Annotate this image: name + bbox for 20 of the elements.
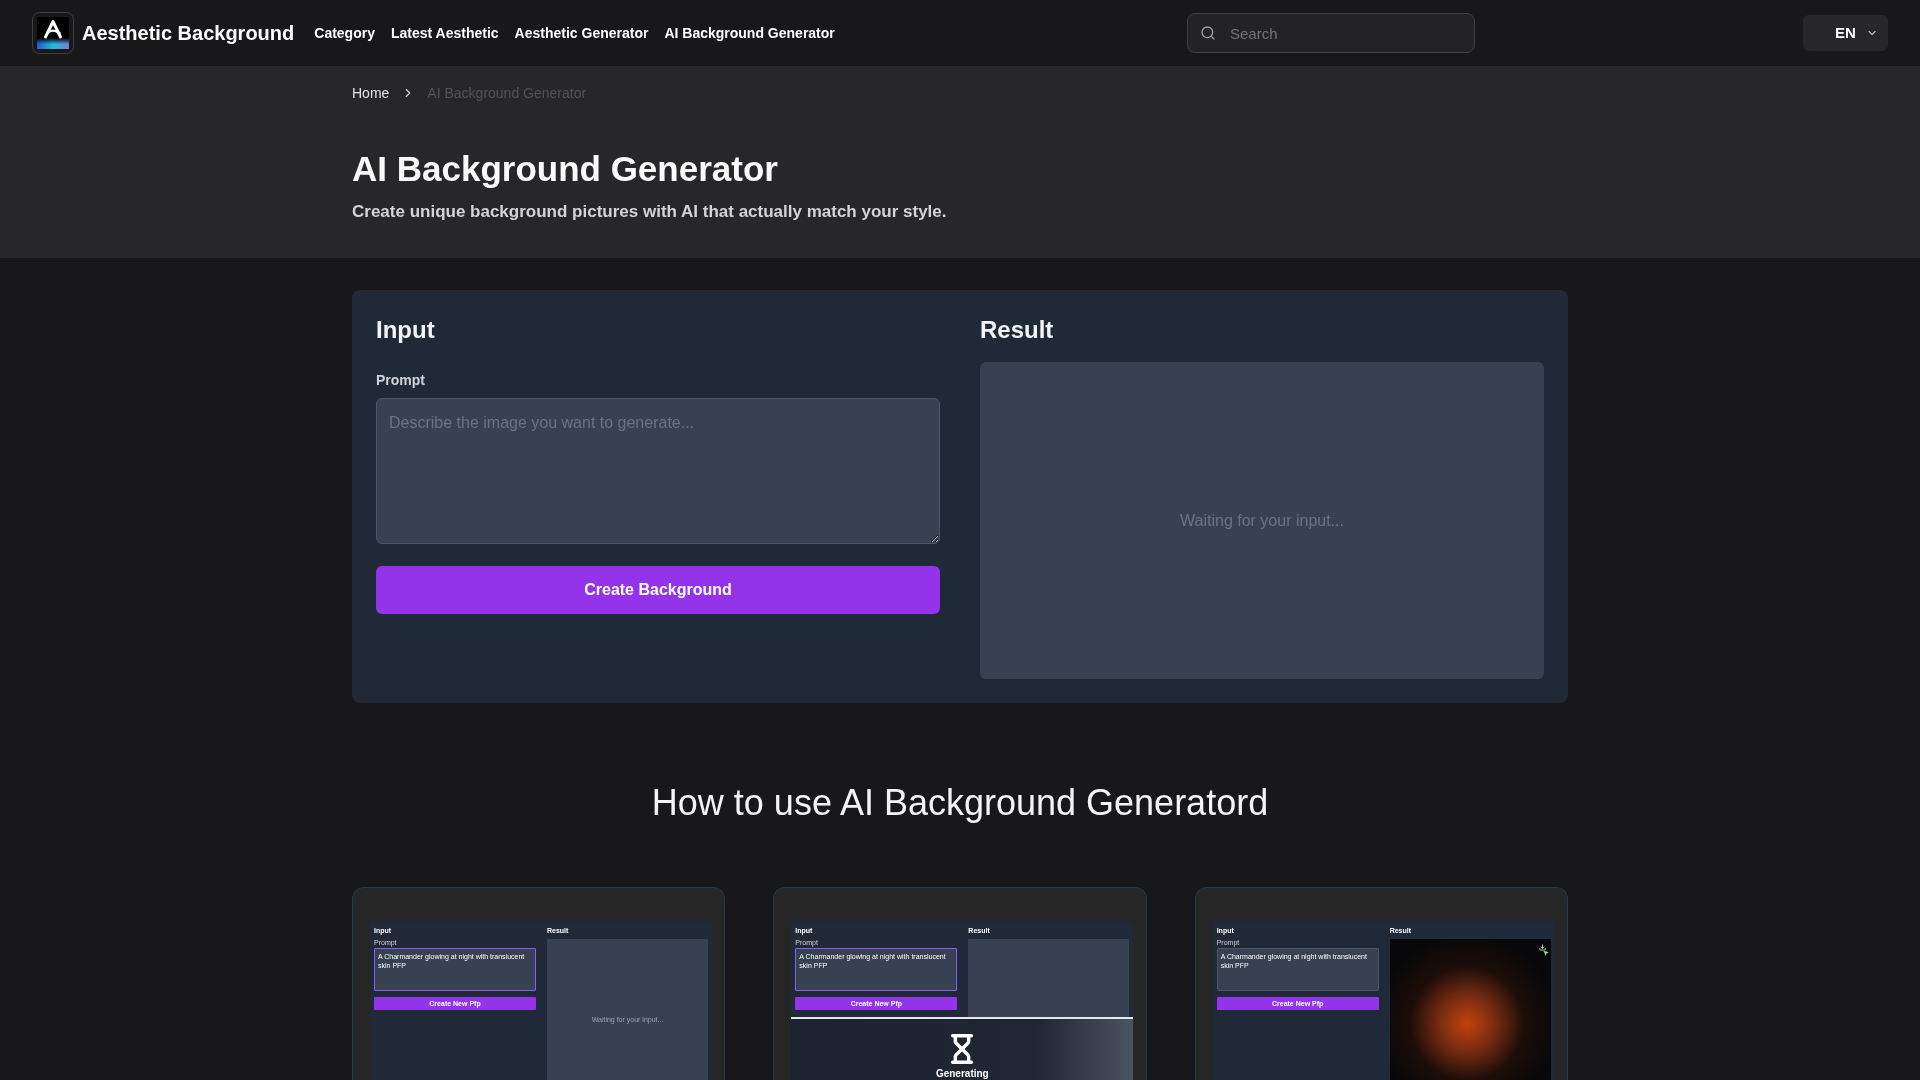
cursor-icon — [1541, 949, 1550, 957]
site-title[interactable]: Aesthetic Background — [82, 19, 295, 47]
nav-link[interactable]: Aesthetic Generator — [514, 23, 649, 43]
create-background-button[interactable]: Create Background — [376, 566, 940, 614]
input-heading: Input — [376, 315, 435, 345]
breadcrumb-link[interactable]: Home — [352, 83, 390, 103]
page-title: AI Background Generator — [352, 149, 778, 189]
nav-link[interactable]: AI Background Generator — [664, 23, 835, 43]
result-heading: Result — [980, 315, 1054, 345]
download-icon — [1538, 944, 1546, 951]
search-icon — [1200, 25, 1216, 41]
generating-label: Generating — [935, 1068, 989, 1079]
logo-icon[interactable] — [32, 12, 74, 54]
nav-link[interactable]: Category — [314, 23, 375, 43]
nav-link[interactable]: Latest Aesthetic — [390, 23, 499, 43]
section-heading: How to use AI Background Generatord — [651, 783, 1269, 823]
language-button[interactable]: EN — [1803, 15, 1888, 51]
prompt-label: Prompt — [376, 371, 425, 390]
search-field[interactable]: Search — [1187, 13, 1475, 53]
page-subtitle: Create unique background pictures with AI that actually match your style. — [352, 201, 947, 223]
